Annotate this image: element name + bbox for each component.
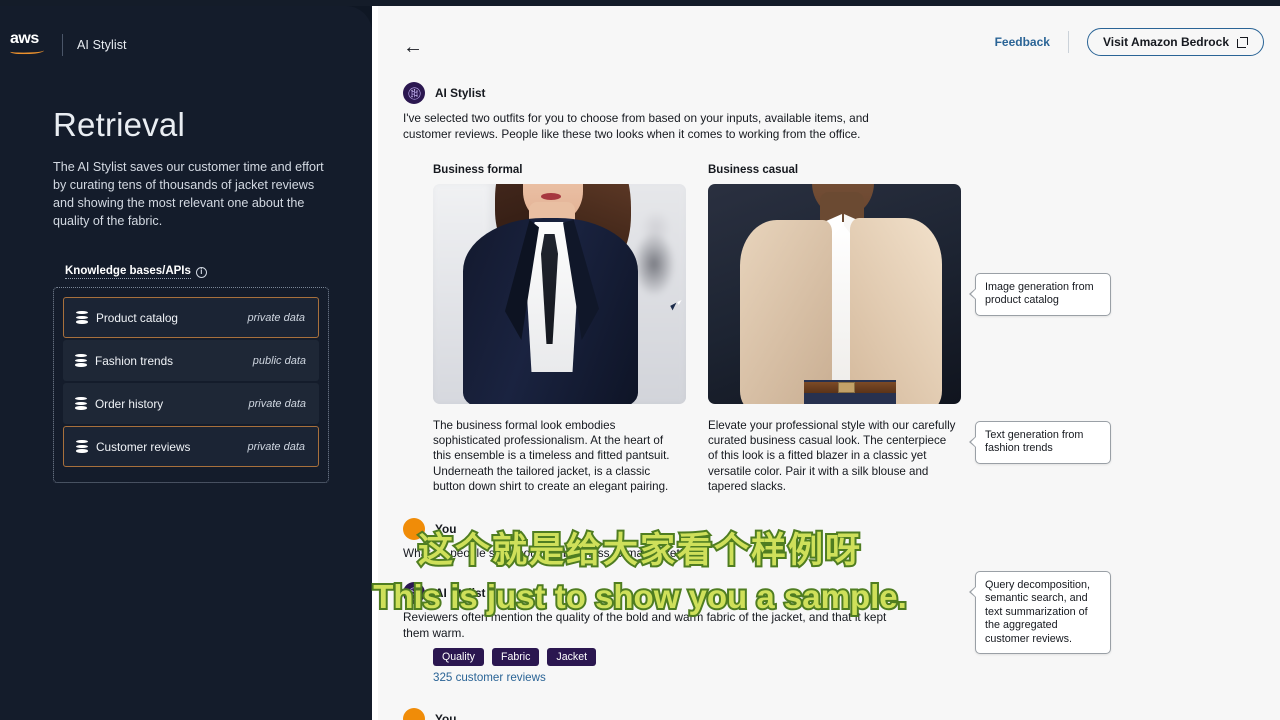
image-belt-buckle (838, 382, 855, 393)
review-tag-quality[interactable]: Quality (433, 648, 484, 666)
header-actions: Feedback Visit Amazon Bedrock (995, 28, 1264, 56)
info-icon[interactable]: i (195, 266, 207, 278)
outfit-cards: Business formal The business formal look… (433, 164, 961, 494)
feedback-link[interactable]: Feedback (995, 35, 1050, 49)
message-author: You (435, 712, 457, 720)
database-icon (76, 440, 88, 453)
review-tag-fabric[interactable]: Fabric (491, 648, 540, 666)
chat-message-you-2: You (403, 708, 803, 720)
kb-item-label: Order history (95, 396, 164, 411)
chat-thread: AI Stylist I've selected two outfits for… (378, 68, 1280, 720)
external-link-icon (1237, 36, 1248, 48)
message-header: AI Stylist (403, 82, 963, 104)
left-panel: aws AI Stylist Retrieval The AI Stylist … (0, 6, 372, 720)
knowledge-base-item-fashion-trends[interactable]: Fashion trends public data (63, 340, 319, 381)
outfit-description: The business formal look embodies sophis… (433, 419, 670, 493)
kb-item-left: Fashion trends (75, 354, 173, 368)
message-text: Reviewers often mention the quality of t… (403, 610, 887, 640)
chat-message-ai-1: AI Stylist I've selected two outfits for… (403, 82, 963, 142)
kb-item-left: Order history (75, 397, 163, 411)
outfit-title: Business casual (708, 164, 799, 176)
review-tag-jacket[interactable]: Jacket (547, 648, 597, 666)
message-header: AI Stylist (403, 582, 963, 604)
chat-message-ai-2: AI Stylist Reviewers often mention the q… (403, 582, 963, 641)
you-avatar (403, 708, 425, 720)
message-text: I've selected two outfits for you to cho… (403, 111, 869, 141)
aws-logo: aws (10, 30, 50, 58)
visit-amazon-bedrock-label: Visit Amazon Bedrock (1102, 35, 1229, 49)
chat-message-you-1: You What do people say about the busines… (403, 518, 963, 562)
customer-reviews-link[interactable]: 325 customer reviews (433, 671, 546, 684)
outfit-card-business-formal[interactable]: Business formal The business formal look… (433, 164, 686, 494)
kb-item-visibility-tag: private data (247, 311, 305, 324)
callout-query-decomposition: Query decomposition, semantic search, an… (969, 571, 1111, 655)
kb-item-visibility-tag: private data (248, 397, 306, 410)
brand-bar: aws AI Stylist (8, 30, 127, 58)
header-divider (1067, 31, 1069, 53)
app-name: AI Stylist (77, 38, 127, 52)
you-avatar (403, 518, 425, 540)
knowledge-bases-label: Knowledge bases/APIs (65, 265, 191, 279)
kb-item-label: Fashion trends (95, 353, 174, 368)
message-header: You (403, 708, 803, 720)
kb-item-visibility-tag: private data (247, 440, 305, 453)
image-lips (541, 193, 561, 200)
callout-image-generation: Image generation from product catalog (969, 273, 1111, 316)
aws-logo-text: aws (10, 30, 39, 47)
page-description: The AI Stylist saves our customer time a… (53, 160, 324, 228)
message-header: You (403, 518, 963, 540)
message-author: You (435, 522, 457, 536)
visit-amazon-bedrock-button[interactable]: Visit Amazon Bedrock (1086, 28, 1264, 56)
message-author: AI Stylist (435, 586, 486, 600)
image-beige-blazer-right (850, 218, 942, 404)
aws-logo-swoosh (10, 48, 44, 55)
kb-item-left: Customer reviews (76, 440, 190, 454)
knowledge-base-item-order-history[interactable]: Order history private data (63, 383, 319, 424)
message-author: AI Stylist (435, 86, 486, 100)
image-beige-blazer-left (740, 220, 832, 404)
ai-stylist-avatar-icon (403, 582, 425, 604)
knowledge-base-item-customer-reviews[interactable]: Customer reviews private data (63, 426, 319, 467)
ai-stylist-avatar-icon (403, 82, 425, 104)
message-text: What do people say about the business fo… (403, 546, 687, 560)
outfit-card-business-casual[interactable]: Business casual Elevate your professiona… (708, 164, 961, 494)
review-tags: Quality Fabric Jacket (433, 648, 597, 666)
outfit-description: Elevate your professional style with our… (708, 419, 956, 493)
database-icon (75, 354, 87, 367)
main-header: ← Feedback Visit Amazon Bedrock (378, 6, 1280, 68)
kb-item-visibility-tag: public data (252, 354, 306, 367)
database-icon (75, 397, 87, 410)
outfit-image-business-casual[interactable] (708, 184, 961, 404)
kb-item-label: Product catalog (96, 310, 178, 325)
callout-text-generation: Text generation from fashion trends (969, 421, 1111, 464)
knowledge-bases-label-row: Knowledge bases/APIs i (65, 265, 207, 279)
knowledge-base-item-product-catalog[interactable]: Product catalog private data (63, 297, 319, 338)
database-icon (76, 311, 88, 324)
kb-item-left: Product catalog (76, 311, 178, 325)
kb-item-label: Customer reviews (96, 439, 191, 454)
brand-divider (62, 34, 63, 56)
knowledge-bases-list: Product catalog private data Fashion trend… (53, 287, 329, 483)
outfit-image-business-formal[interactable] (433, 184, 686, 404)
main-content: ← Feedback Visit Amazon Bedrock AI Styli… (378, 6, 1280, 720)
page-title: Retrieval (53, 106, 186, 143)
outfit-title: Business formal (433, 164, 523, 176)
back-button[interactable]: ← (400, 34, 426, 60)
